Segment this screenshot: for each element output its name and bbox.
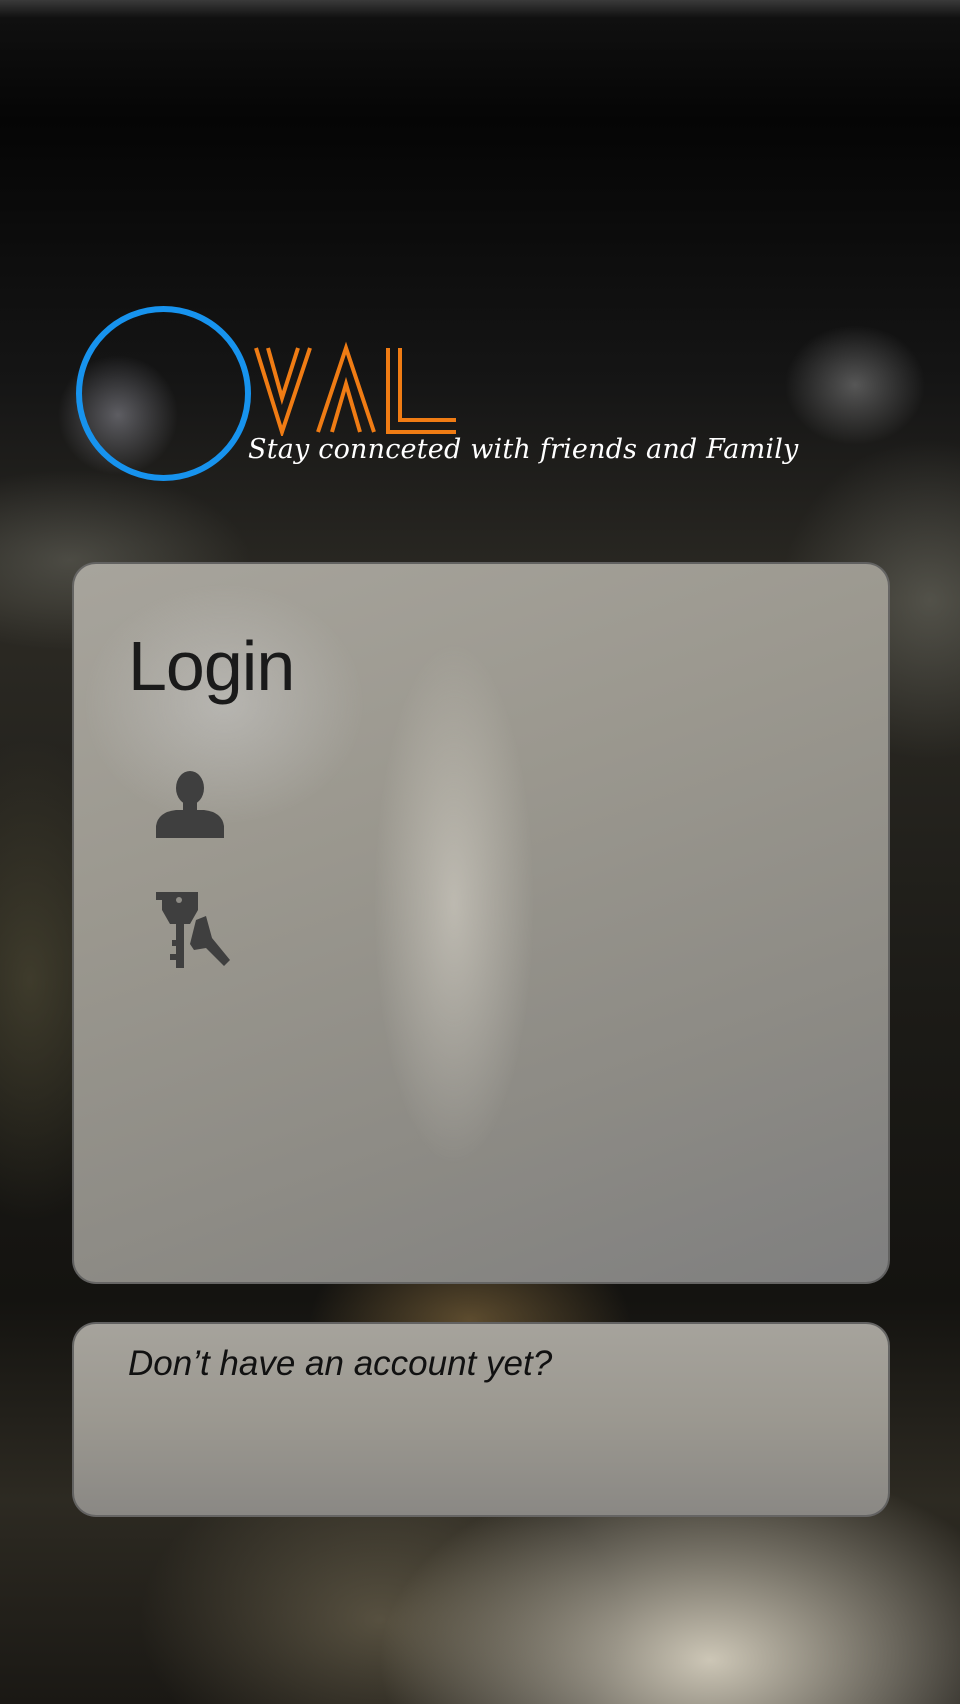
signup-panel: Don’t have an account yet?	[72, 1322, 890, 1517]
logo-o-ring	[76, 306, 251, 481]
login-panel: Login	[72, 562, 890, 1284]
logo-tagline: Stay connceted with friends and Family	[248, 434, 799, 465]
logo-wordmark	[254, 341, 456, 436]
signup-prompt-link[interactable]: Don’t have an account yet?	[128, 1344, 552, 1384]
user-icon[interactable]	[154, 768, 226, 840]
keys-icon[interactable]	[154, 890, 234, 970]
app-logo: Stay connceted with friends and Family	[76, 306, 798, 486]
login-title: Login	[128, 627, 295, 705]
